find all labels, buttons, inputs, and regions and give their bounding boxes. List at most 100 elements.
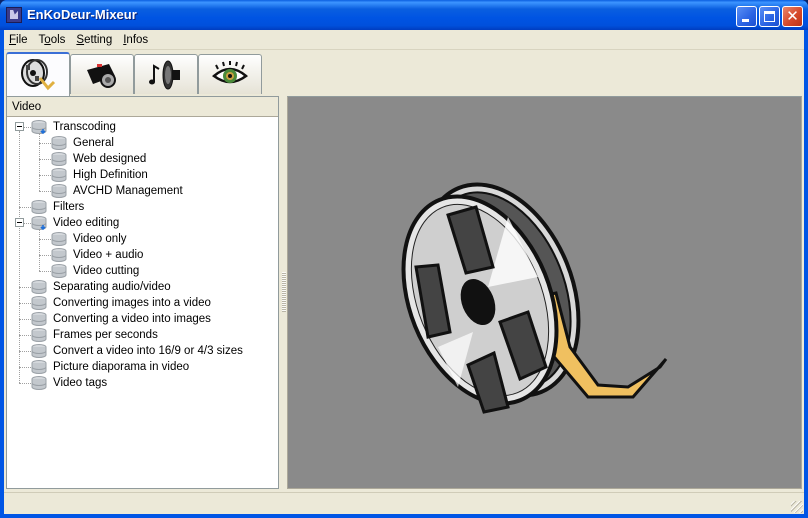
database-icon <box>31 296 47 310</box>
tree-item-label: Web designed <box>73 153 147 165</box>
tree-item[interactable]: Filters <box>7 199 278 215</box>
database-icon <box>51 232 67 246</box>
folder-database-icon <box>31 120 47 134</box>
tree-item[interactable]: High Definition <box>7 167 278 183</box>
menu-tools-label: ols <box>50 34 66 46</box>
tab-video[interactable] <box>6 52 70 96</box>
preview-pane <box>287 96 802 489</box>
tree-item-label: AVCHD Management <box>73 185 183 197</box>
tree-item-label: General <box>73 137 114 149</box>
tree-connector <box>19 319 31 320</box>
tree-header[interactable]: Video <box>7 97 278 117</box>
database-icon <box>31 360 47 374</box>
minimize-button[interactable] <box>736 6 757 27</box>
tree-item-label: High Definition <box>73 169 148 181</box>
tree-connector <box>19 335 31 336</box>
tree-item[interactable]: Frames per seconds <box>7 327 278 343</box>
tree-item[interactable]: Picture diaporama in video <box>7 359 278 375</box>
database-icon <box>51 184 67 198</box>
menu-file-accel: F <box>9 34 17 46</box>
tree-item-label: Convert a video into 16/9 or 4/3 sizes <box>53 345 243 357</box>
tree-item[interactable]: Converting images into a video <box>7 295 278 311</box>
menu-infos-label: nfos <box>126 34 149 46</box>
menu-file-label: ile <box>16 34 28 46</box>
database-icon <box>51 168 67 182</box>
title-bar[interactable]: EnKoDeur-Mixeur ✕ <box>0 0 808 30</box>
minimize-icon <box>742 19 749 22</box>
tree-item[interactable]: AVCHD Management <box>7 183 278 199</box>
menu-setting-label: etting <box>84 34 113 46</box>
music-speaker-icon <box>149 60 180 89</box>
tree-item[interactable]: Separating audio/video <box>7 279 278 295</box>
folder-database-icon <box>31 216 47 230</box>
collapse-toggle[interactable] <box>15 218 24 227</box>
film-reel-icon <box>21 59 56 91</box>
video-tree: Transcoding General Web designed High Defin… <box>7 117 278 391</box>
database-icon <box>51 248 67 262</box>
tree-item-label: Separating audio/video <box>53 281 171 293</box>
tree-connector <box>39 143 51 144</box>
tree-item[interactable]: Video cutting <box>7 263 278 279</box>
tree-item[interactable]: Converting a video into images <box>7 311 278 327</box>
tree-connector <box>19 383 31 384</box>
tree-item[interactable]: Web designed <box>7 151 278 167</box>
tab-strip <box>4 52 804 96</box>
database-icon <box>51 136 67 150</box>
tree-connector <box>39 159 51 160</box>
tree-item-label: Filters <box>53 201 85 213</box>
eye-icon <box>212 60 248 83</box>
app-window: EnKoDeur-Mixeur ✕ File Tools Setting Inf… <box>0 0 808 518</box>
tree-item[interactable]: Transcoding <box>7 119 278 135</box>
tab-audio[interactable] <box>134 54 198 94</box>
tree-connector <box>39 271 51 272</box>
database-icon <box>31 280 47 294</box>
tree-item-label: Video + audio <box>73 249 144 261</box>
app-icon[interactable] <box>6 7 22 23</box>
tree-connector <box>39 239 51 240</box>
database-icon <box>31 376 47 390</box>
tree-item-label: Frames per seconds <box>53 329 158 341</box>
tree-item[interactable]: General <box>7 135 278 151</box>
tree-connector <box>19 351 31 352</box>
tree-panel: Video Transcoding General Web designed High… <box>6 96 279 489</box>
database-icon <box>31 328 47 342</box>
menu-tools[interactable]: Tools <box>34 30 72 49</box>
close-button[interactable]: ✕ <box>782 6 803 27</box>
tree-item-label: Video editing <box>53 217 120 229</box>
tab-eye[interactable] <box>198 54 262 94</box>
tree-item-label: Converting images into a video <box>53 297 211 309</box>
tree-root-line <box>19 131 20 383</box>
tree-item-label: Video only <box>73 233 127 245</box>
tree-item-label: Transcoding <box>53 121 116 133</box>
tree-item[interactable]: Convert a video into 16/9 or 4/3 sizes <box>7 343 278 359</box>
tree-branch-line <box>39 229 40 271</box>
tree-item[interactable]: Video editing <box>7 215 278 231</box>
collapse-toggle[interactable] <box>15 122 24 131</box>
tree-item[interactable]: Video only <box>7 231 278 247</box>
tab-camera[interactable] <box>70 54 134 94</box>
film-reel-illustration <box>401 182 668 414</box>
tree-connector <box>39 191 51 192</box>
splitter-grip[interactable] <box>282 272 286 312</box>
status-bar <box>4 492 804 514</box>
tree-item-label: Converting a video into images <box>53 313 211 325</box>
menu-infos[interactable]: Infos <box>118 30 154 49</box>
tree-connector <box>39 255 51 256</box>
resize-grip[interactable] <box>791 501 803 513</box>
client-area: File Tools Setting Infos Video Transcodi… <box>4 30 804 514</box>
menu-bar: File Tools Setting Infos <box>4 30 804 50</box>
tree-connector <box>19 287 31 288</box>
tree-connector <box>39 175 51 176</box>
menu-setting[interactable]: Setting <box>71 30 118 49</box>
maximize-button[interactable] <box>759 6 780 27</box>
tree-item[interactable]: Video tags <box>7 375 278 391</box>
tree-item-label: Video cutting <box>73 265 140 277</box>
close-icon: ✕ <box>786 7 799 25</box>
tree-connector <box>19 303 31 304</box>
tree-item[interactable]: Video + audio <box>7 247 278 263</box>
window-title: EnKoDeur-Mixeur <box>27 7 137 22</box>
database-icon <box>31 344 47 358</box>
menu-file[interactable]: File <box>4 30 34 49</box>
tree-item-label: Video tags <box>53 377 108 389</box>
tree-item-label: Picture diaporama in video <box>53 361 190 373</box>
